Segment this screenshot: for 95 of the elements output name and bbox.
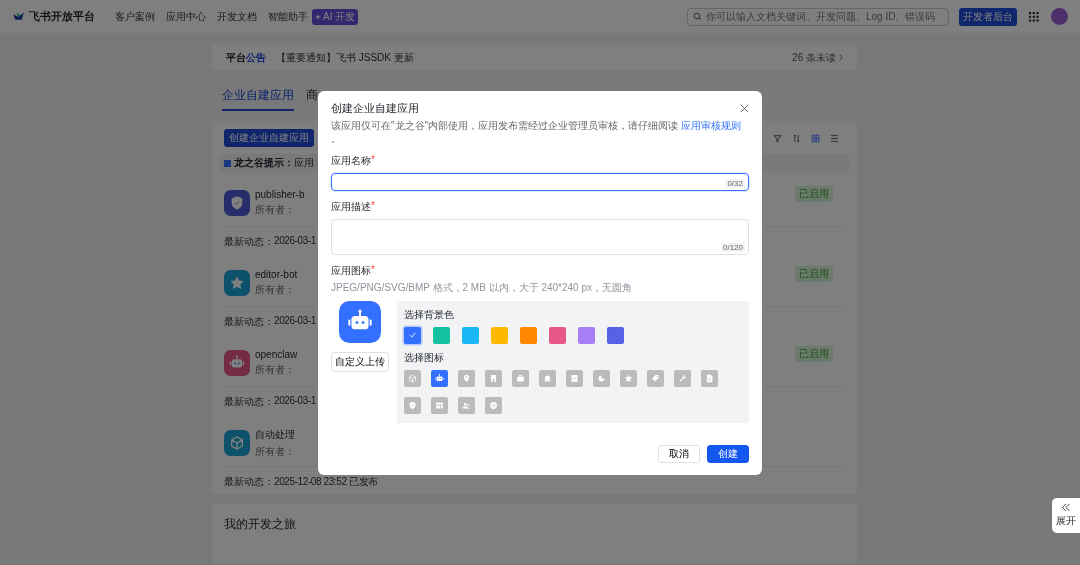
robot-icon xyxy=(224,350,250,376)
dialog-title: 创建企业自建应用 xyxy=(331,100,419,116)
nav-link[interactable]: 客户案例 xyxy=(115,9,155,24)
create-app-button[interactable]: 创建企业自建应用 xyxy=(224,129,314,147)
search-field[interactable]: 你可以输入文档关键词、开发问题、Log ID、错误码 xyxy=(687,7,949,26)
briefcase-icon[interactable] xyxy=(512,369,529,387)
shield-icon xyxy=(224,190,250,216)
create-button[interactable]: 创建 xyxy=(707,444,749,463)
cube-icon[interactable] xyxy=(404,369,421,387)
char-counter: 0/120 xyxy=(720,242,745,252)
app-name[interactable]: editor-bot xyxy=(255,269,298,280)
last-activity: 2026-03-1 xyxy=(274,315,316,328)
robot-icon[interactable] xyxy=(431,369,448,387)
owner-label: 所有者： xyxy=(255,203,296,217)
nav-link[interactable]: 应用中心 xyxy=(166,9,206,24)
review-rules-link[interactable]: 应用审核规则 xyxy=(680,119,741,131)
filter-icon[interactable] xyxy=(773,133,782,143)
field-label: 应用名称 xyxy=(331,153,371,168)
required-mark: * xyxy=(371,199,375,213)
bell-icon[interactable] xyxy=(539,369,556,387)
color-swatch[interactable] xyxy=(433,326,450,344)
app-name[interactable]: 自动处理 xyxy=(255,427,295,442)
app-name-field[interactable]: 0/32 xyxy=(331,172,749,191)
layout-icon[interactable] xyxy=(431,396,448,414)
close-icon[interactable] xyxy=(740,103,749,113)
people-icon[interactable] xyxy=(458,396,475,414)
app-name[interactable]: publisher-b xyxy=(255,189,305,200)
custom-upload-button[interactable]: 自定义上传 xyxy=(331,351,389,372)
developer-console-button[interactable]: 开发者后台 xyxy=(959,7,1017,26)
shield-icon[interactable] xyxy=(404,396,421,414)
app-grid-icon[interactable] xyxy=(1029,11,1039,22)
section-title: 我的开发之旅 xyxy=(224,517,296,531)
nav-link[interactable]: 开发文档 xyxy=(217,9,257,24)
app-description-field[interactable]: 0/120 xyxy=(331,218,749,255)
ai-badge: AI 开发 xyxy=(312,8,359,25)
search-icon xyxy=(693,12,702,21)
color-swatch[interactable] xyxy=(404,326,421,344)
owner-label: 所有者： xyxy=(255,363,296,377)
app-name[interactable]: openclaw xyxy=(255,349,298,360)
pie-chart-icon[interactable] xyxy=(593,369,610,387)
owner-label: 所有者： xyxy=(255,283,296,297)
announcement-text[interactable]: 【重要通知】飞书 JSSDK 更新 xyxy=(276,50,783,65)
last-activity: 2026-03-1 xyxy=(274,235,316,248)
info-icon xyxy=(224,159,231,167)
field-label: 应用图标 xyxy=(331,263,371,278)
robot-icon xyxy=(339,300,381,343)
double-chevron-icon xyxy=(1061,503,1071,512)
cube-icon xyxy=(224,430,250,456)
color-swatch[interactable] xyxy=(607,326,624,344)
chart-icon[interactable] xyxy=(566,369,583,387)
power-icon[interactable] xyxy=(485,396,502,414)
status-tag: 已启用 xyxy=(795,346,833,362)
grid-view-icon[interactable] xyxy=(811,133,820,143)
picker-label: 选择图标 xyxy=(404,350,445,365)
avatar[interactable] xyxy=(1051,8,1068,25)
color-swatch[interactable] xyxy=(520,326,537,344)
tab[interactable]: 商 xyxy=(306,87,318,111)
color-swatch[interactable] xyxy=(549,326,566,344)
chevron-right-icon xyxy=(839,54,843,61)
tag-icon[interactable] xyxy=(647,369,664,387)
wrench-icon[interactable] xyxy=(674,369,691,387)
color-swatch[interactable] xyxy=(462,326,479,344)
announcement-label: 平台 xyxy=(226,50,246,65)
required-mark: * xyxy=(371,263,375,275)
unread-link[interactable]: 26 条未读 xyxy=(792,50,836,65)
last-activity-label: 最新动态： xyxy=(224,475,274,489)
tip-text: 龙之谷提示：应用 xyxy=(234,156,314,170)
logo-icon xyxy=(12,11,25,22)
icon-hint: JPEG/PNG/SVG/BMP 格式，2 MB 以内，大于 240*240 px，无圆角 xyxy=(331,280,633,295)
color-swatch[interactable] xyxy=(578,326,595,344)
map-pin-icon[interactable] xyxy=(458,369,475,387)
tab[interactable]: 企业自建应用 xyxy=(222,87,294,111)
dialog-description: 该应用仅可在"龙之谷"内部使用，应用发布需经过企业管理员审核，请仔细阅读 应用审核规则 。 xyxy=(331,118,742,145)
status-tag: 已启用 xyxy=(795,266,833,282)
announcement-label-accent: 公告 xyxy=(246,50,266,65)
last-activity-label: 最新动态： xyxy=(224,315,274,329)
required-mark: * xyxy=(371,153,375,165)
building-icon[interactable] xyxy=(485,369,502,387)
list-view-icon[interactable] xyxy=(830,133,839,143)
brand-name[interactable]: 飞书开放平台 xyxy=(29,9,95,24)
cancel-button[interactable]: 取消 xyxy=(658,444,700,463)
expand-button[interactable]: 展开 xyxy=(1052,498,1080,533)
status-tag: 已启用 xyxy=(795,186,833,202)
char-counter: 0/32 xyxy=(725,178,745,188)
nav-link[interactable]: 智能助手 xyxy=(268,9,308,24)
last-activity: 2026-03-1 xyxy=(274,395,316,408)
field-label: 应用描述 xyxy=(331,199,371,214)
sort-icon[interactable] xyxy=(792,133,801,143)
last-activity-label: 最新动态： xyxy=(224,395,274,409)
picker-label: 选择背景色 xyxy=(404,307,455,322)
owner-label: 所有者： xyxy=(255,444,295,459)
color-swatch[interactable] xyxy=(491,326,508,344)
last-activity: 2025-12-08 23:52 已发布 xyxy=(274,475,378,489)
document-icon[interactable] xyxy=(701,369,718,387)
last-activity-label: 最新动态： xyxy=(224,235,274,249)
